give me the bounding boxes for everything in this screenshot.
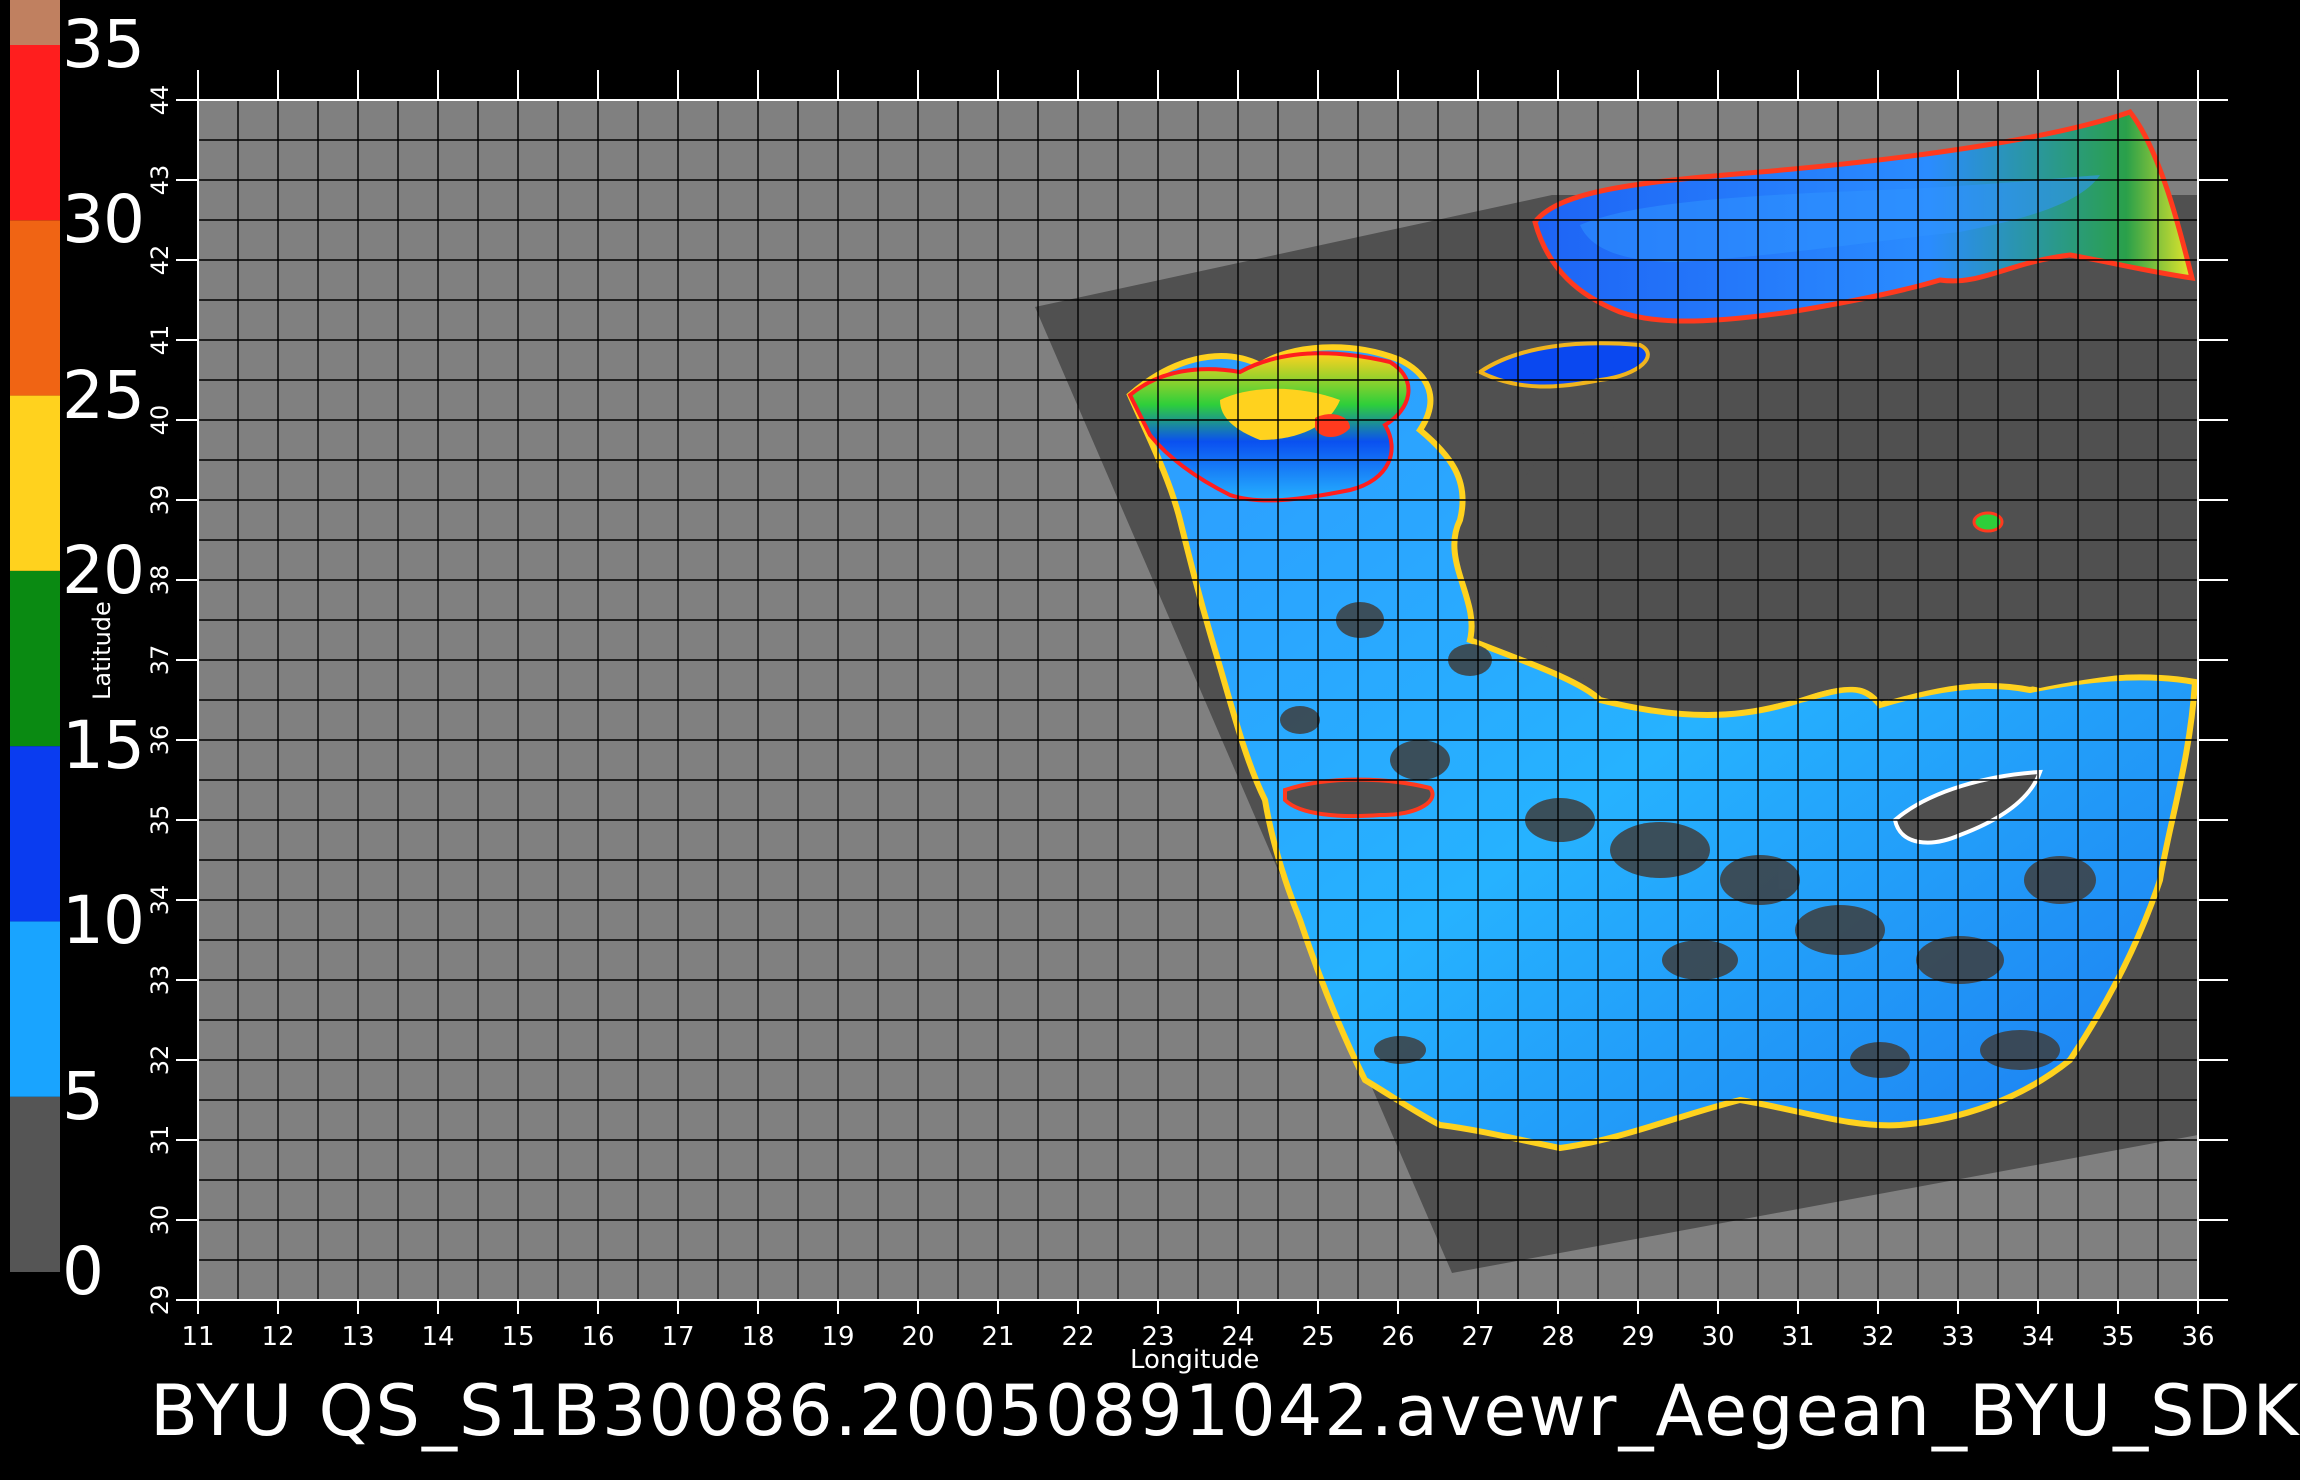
colorbar-label: 0 (62, 1233, 104, 1310)
colorbar-segment-4 (10, 395, 60, 571)
x-tick-label: 32 (1861, 1322, 1894, 1352)
colorbar-segment-6 (10, 45, 60, 221)
y-tick-label: 43 (146, 165, 174, 196)
x-tick-label: 21 (981, 1322, 1014, 1352)
x-tick-label: 20 (901, 1322, 934, 1352)
y-axis-label: Latitude (88, 601, 116, 700)
y-tick-label: 40 (146, 405, 174, 436)
y-tick-label: 34 (146, 885, 174, 916)
x-tick-label: 14 (421, 1322, 454, 1352)
y-tick-label: 33 (146, 965, 174, 996)
anatolia (1480, 395, 2198, 709)
y-tick-label: 29 (146, 1285, 174, 1316)
y-tick-label: 31 (146, 1125, 174, 1156)
y-tick-label: 36 (146, 725, 174, 756)
x-tick-label: 15 (501, 1322, 534, 1352)
y-tick-label: 42 (146, 245, 174, 276)
colorbar-segment-3 (10, 570, 60, 747)
x-tick-label: 11 (181, 1322, 214, 1352)
colorbar-segment-5 (10, 220, 60, 396)
y-tick-label: 32 (146, 1045, 174, 1076)
x-tick-label: 28 (1541, 1322, 1574, 1352)
colorbar-cap (10, 0, 60, 45)
crete (1283, 777, 1435, 819)
x-tick-label: 31 (1781, 1322, 1814, 1352)
x-tick-label: 26 (1381, 1322, 1414, 1352)
colorbar-label: 20 (62, 531, 145, 609)
y-tick-label: 30 (146, 1205, 174, 1236)
y-tick-label: 37 (146, 645, 174, 676)
x-tick-label: 18 (741, 1322, 774, 1352)
colorbar-segment-2 (10, 746, 60, 922)
x-tick-label: 34 (2021, 1322, 2054, 1352)
colorbar-label: 30 (62, 181, 145, 259)
y-tick-label: 38 (146, 565, 174, 596)
x-tick-label: 27 (1461, 1322, 1494, 1352)
colorbar-segment-1 (10, 921, 60, 1097)
product-title: BYU QS_S1B30086.20050891042.avewr_Aegean… (150, 1370, 2300, 1452)
x-tick-label: 36 (2181, 1322, 2214, 1352)
colorbar-label: 10 (62, 882, 145, 960)
colorbar-label: 25 (62, 356, 145, 434)
x-tick-label: 30 (1701, 1322, 1734, 1352)
x-tick-label: 29 (1621, 1322, 1654, 1352)
y-tick-label: 39 (146, 485, 174, 516)
y-tick-label: 35 (146, 805, 174, 836)
colorbar-label: 15 (62, 707, 145, 785)
y-tick-label: 41 (146, 325, 174, 356)
x-tick-label: 16 (581, 1322, 614, 1352)
x-tick-label: 22 (1061, 1322, 1094, 1352)
x-tick-label: 25 (1301, 1322, 1334, 1352)
colorbar (10, 0, 60, 1272)
colorbar-segment-0 (10, 1096, 60, 1272)
x-tick-label: 13 (341, 1322, 374, 1352)
x-tick-label: 33 (1941, 1322, 1974, 1352)
y-tick-label: 44 (146, 85, 174, 116)
colorbar-label: 35 (62, 6, 145, 83)
x-tick-label: 35 (2101, 1322, 2134, 1352)
map-figure: 11 12 13 14 15 16 17 18 19 20 21 22 23 24 25 26 27 28 29 30… (10, 0, 2228, 1352)
x-tick-label: 19 (821, 1322, 854, 1352)
x-tick-label: 17 (661, 1322, 694, 1352)
colorbar-label: 5 (62, 1057, 104, 1135)
x-tick-label: 12 (261, 1322, 294, 1352)
